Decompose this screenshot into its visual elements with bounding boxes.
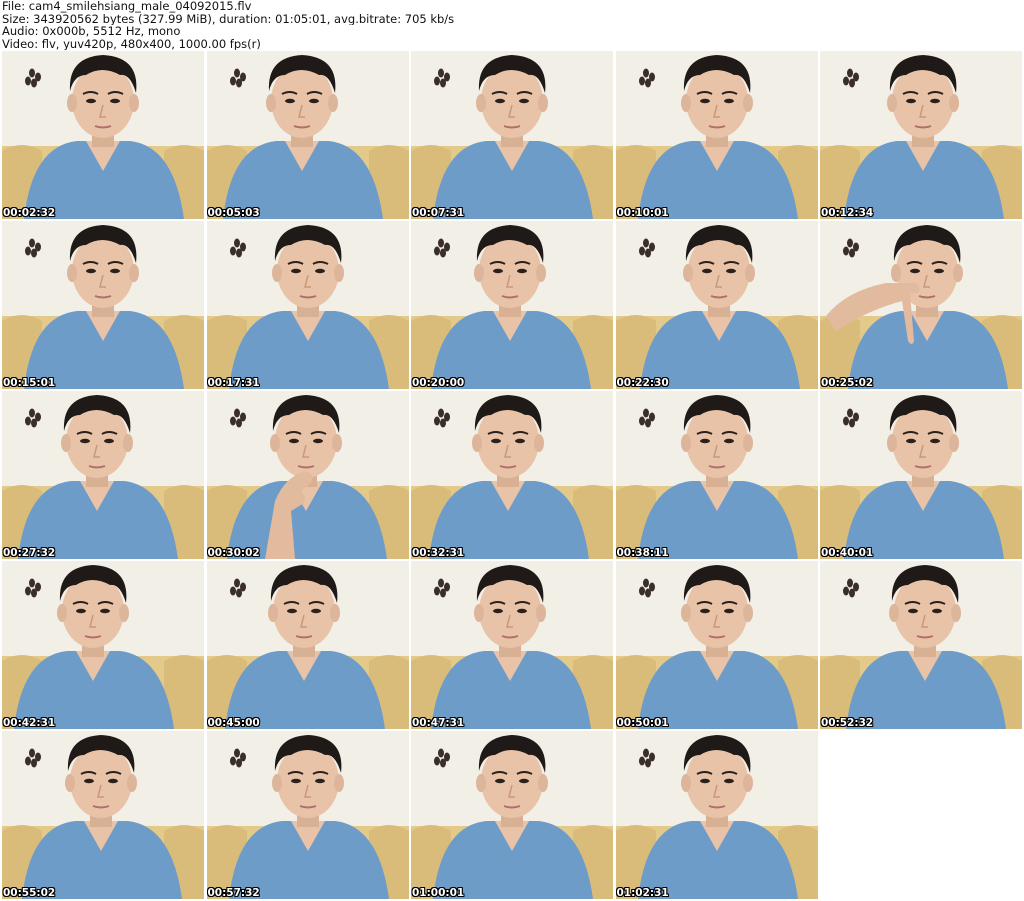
- frame-timestamp: 00:25:02: [821, 377, 874, 389]
- video-frame-image: [615, 731, 818, 899]
- video-frame-image: [2, 561, 204, 729]
- frame-timestamp: 00:17:31: [207, 377, 260, 389]
- frame-timestamp: 00:47:31: [412, 717, 465, 729]
- thumbnail-frame: 00:45:00: [206, 561, 409, 729]
- frame-timestamp: 01:00:01: [412, 887, 465, 899]
- video-frame-image: [411, 561, 613, 729]
- video-frame-image: [820, 391, 1022, 559]
- thumbnail-frame: 00:22:30: [615, 221, 818, 389]
- video-frame-image: [206, 391, 409, 559]
- video-info-line: Video: flv, yuv420p, 480x400, 1000.00 fp…: [2, 37, 261, 50]
- thumbnail-frame: 00:57:32: [206, 731, 409, 899]
- thumbnail-frame: 00:10:01: [615, 51, 818, 219]
- thumbnail-grid: 00:02:32 00:05:03 00:07:31 00:10:01 00:12:34…: [2, 51, 1022, 901]
- file-size-line: Size: 343920562 bytes (327.99 MiB), dura…: [2, 12, 455, 25]
- video-frame-image: [2, 391, 204, 559]
- frame-timestamp: 00:30:02: [207, 547, 260, 559]
- frame-timestamp: 00:45:00: [207, 717, 260, 729]
- frame-timestamp: 00:10:01: [616, 207, 669, 219]
- thumbnail-frame: 00:15:01: [2, 221, 204, 389]
- video-frame-image: [820, 51, 1022, 219]
- video-frame-image: [206, 51, 409, 219]
- frame-timestamp: 00:27:32: [3, 547, 56, 559]
- video-frame-image: [411, 731, 613, 899]
- video-frame-image: [615, 391, 818, 559]
- video-frame-image: [820, 221, 1022, 389]
- frame-timestamp: 00:42:31: [3, 717, 56, 729]
- thumbnail-frame: 00:47:31: [411, 561, 613, 729]
- frame-timestamp: 00:22:30: [616, 377, 669, 389]
- thumbnail-frame: 01:00:01: [411, 731, 613, 899]
- thumbnail-frame: 00:32:31: [411, 391, 613, 559]
- frame-timestamp: 00:50:01: [616, 717, 669, 729]
- video-frame-image: [411, 51, 613, 219]
- thumbnail-frame: 01:02:31: [615, 731, 818, 899]
- video-frame-image: [2, 731, 204, 899]
- video-frame-image: [206, 731, 409, 899]
- video-frame-image: [2, 221, 204, 389]
- thumbnail-frame: 00:12:34: [820, 51, 1022, 219]
- video-frame-image: [820, 561, 1022, 729]
- video-frame-image: [615, 51, 818, 219]
- frame-timestamp: 00:38:11: [616, 547, 669, 559]
- file-name-line: File: cam4_smilehsiang_male_04092015.flv: [2, 0, 252, 13]
- frame-timestamp: 00:32:31: [412, 547, 465, 559]
- thumbnail-frame: 00:50:01: [615, 561, 818, 729]
- frame-timestamp: 00:20:00: [412, 377, 465, 389]
- frame-timestamp: 00:15:01: [3, 377, 56, 389]
- file-info-header: File: cam4_smilehsiang_male_04092015.flv…: [2, 0, 1022, 50]
- frame-timestamp: 00:05:03: [207, 207, 260, 219]
- frame-timestamp: 00:57:32: [207, 887, 260, 899]
- thumbnail-frame: 00:38:11: [615, 391, 818, 559]
- thumbnail-frame: 00:55:02: [2, 731, 204, 899]
- thumbnail-frame: 00:40:01: [820, 391, 1022, 559]
- audio-info-line: Audio: 0x000b, 5512 Hz, mono: [2, 25, 181, 38]
- thumbnail-frame: 00:30:02: [206, 391, 409, 559]
- thumbnail-frame: 00:42:31: [2, 561, 204, 729]
- thumbnail-frame: 00:25:02: [820, 221, 1022, 389]
- video-frame-image: [615, 221, 818, 389]
- video-frame-image: [206, 561, 409, 729]
- frame-timestamp: 00:55:02: [3, 887, 56, 899]
- video-frame-image: [615, 561, 818, 729]
- frame-timestamp: 00:07:31: [412, 207, 465, 219]
- thumbnail-frame: 00:20:00: [411, 221, 613, 389]
- thumbnail-frame: 00:07:31: [411, 51, 613, 219]
- frame-timestamp: 00:12:34: [821, 207, 874, 219]
- video-frame-image: [206, 221, 409, 389]
- frame-timestamp: 00:02:32: [3, 207, 56, 219]
- thumbnail-frame: 00:27:32: [2, 391, 204, 559]
- thumbnail-frame: 00:02:32: [2, 51, 204, 219]
- thumbnail-frame: 00:17:31: [206, 221, 409, 389]
- video-frame-image: [411, 221, 613, 389]
- video-frame-image: [411, 391, 613, 559]
- frame-timestamp: 01:02:31: [616, 887, 669, 899]
- frame-timestamp: 00:52:32: [821, 717, 874, 729]
- frame-timestamp: 00:40:01: [821, 547, 874, 559]
- thumbnail-frame: 00:05:03: [206, 51, 409, 219]
- thumbnail-frame: 00:52:32: [820, 561, 1022, 729]
- video-frame-image: [2, 51, 204, 219]
